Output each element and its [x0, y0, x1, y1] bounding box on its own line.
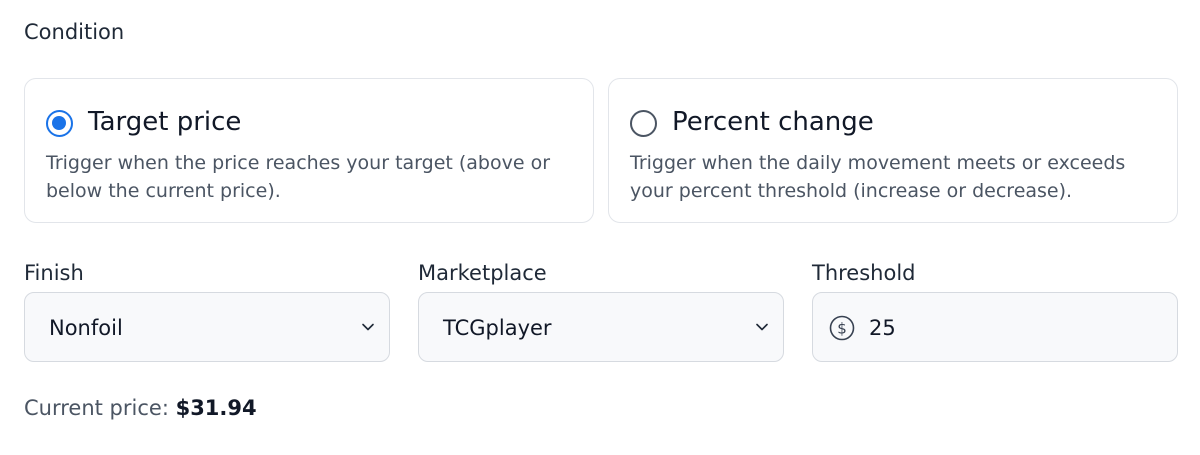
- alert-condition-form: Condition Target price Trigger when the …: [0, 0, 1200, 455]
- percent-change-description: Trigger when the daily movement meets or…: [630, 152, 1126, 202]
- finish-select[interactable]: Nonfoil: [24, 292, 390, 362]
- threshold-value[interactable]: 25: [869, 315, 896, 341]
- dollar-circle-icon: $: [829, 315, 855, 341]
- target-price-radio[interactable]: [46, 110, 73, 137]
- marketplace-select[interactable]: TCGplayer: [418, 292, 784, 362]
- threshold-input[interactable]: $ 25: [812, 292, 1178, 362]
- condition-label: Condition: [24, 20, 125, 44]
- current-price-label: Current price:: [24, 396, 169, 420]
- option-percent-change[interactable]: Percent change Trigger when the daily mo…: [608, 78, 1178, 223]
- chevron-down-icon: [756, 323, 768, 331]
- target-price-description: Trigger when the price reaches your targ…: [46, 152, 551, 202]
- finish-label: Finish: [24, 261, 84, 285]
- current-price-value: $31.94: [175, 396, 257, 420]
- marketplace-value: TCGplayer: [443, 316, 552, 340]
- marketplace-label: Marketplace: [418, 261, 547, 285]
- target-price-title: Target price: [88, 107, 242, 137]
- chevron-down-icon: [362, 323, 374, 331]
- percent-change-title: Percent change: [672, 107, 874, 137]
- current-price: Current price: $31.94: [24, 393, 257, 423]
- option-target-price[interactable]: Target price Trigger when the price reac…: [24, 78, 594, 223]
- svg-text:$: $: [837, 320, 847, 338]
- threshold-label: Threshold: [812, 261, 916, 285]
- percent-change-radio[interactable]: [630, 110, 657, 137]
- finish-value: Nonfoil: [49, 316, 123, 340]
